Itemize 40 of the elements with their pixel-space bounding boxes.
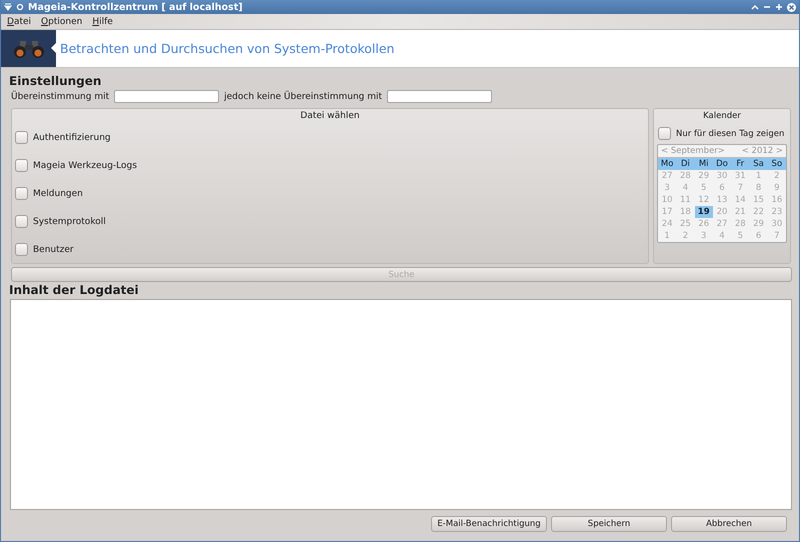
notch-icon — [51, 43, 56, 53]
weekday-header: Do — [712, 158, 732, 170]
checkbox[interactable] — [15, 243, 28, 256]
exclude-field[interactable] — [387, 90, 492, 103]
field-label: Übereinstimmung mit — [11, 92, 110, 102]
dialog-button[interactable]: E-Mail-Benachrichtigung — [431, 516, 547, 532]
menu-item[interactable]: Datei — [7, 16, 32, 26]
weekday-header: Fr — [731, 158, 750, 170]
banner-title: Betrachten und Durchsuchen von System-Protokollen — [60, 41, 394, 56]
checkbox[interactable] — [15, 215, 28, 228]
maximize-icon[interactable] — [775, 3, 783, 11]
weekday-header: Di — [676, 158, 695, 170]
dialog-button[interactable]: Speichern — [551, 516, 667, 532]
checkbox-label: Meldungen — [33, 188, 83, 198]
circle-icon[interactable] — [16, 3, 24, 11]
weekday-header: Sa — [749, 158, 768, 170]
checkbox-label: Nur für diesen Tag zeigen — [676, 128, 784, 138]
checkbox-label: Benutzer — [33, 244, 74, 254]
close-icon[interactable] — [787, 2, 796, 12]
checkbox-label: Systemprotokoll — [33, 216, 106, 226]
checkbox[interactable] — [15, 187, 28, 200]
dialog-button[interactable]: Abbrechen — [671, 516, 787, 532]
menu-item[interactable]: Hilfe — [92, 16, 113, 26]
checkbox-label: Mageia Werkzeug-Logs — [33, 160, 137, 170]
caret-up-icon[interactable] — [751, 3, 759, 11]
checkbox[interactable] — [15, 131, 28, 144]
field-label: jedoch keine Übereinstimmung mit — [224, 92, 382, 102]
menu-arrow-icon[interactable] — [4, 3, 12, 11]
panel-title: Datei wählen — [299, 110, 361, 123]
section-heading: Inhalt der Logdatei — [9, 283, 140, 297]
weekday-header: So — [768, 158, 786, 170]
menu-item[interactable]: Optionen — [41, 16, 82, 26]
panel-title: Kalender — [702, 110, 742, 123]
section-heading: Einstellungen — [9, 74, 102, 88]
checkbox[interactable] — [15, 159, 28, 172]
weekday-header: Mo — [658, 158, 676, 170]
match-field[interactable] — [114, 90, 220, 103]
checkbox-label: Authentifizierung — [33, 132, 111, 142]
window-title: Mageia-Kontrollzentrum [ auf localhost] — [28, 2, 243, 12]
weekday-header: Mi — [694, 158, 713, 170]
